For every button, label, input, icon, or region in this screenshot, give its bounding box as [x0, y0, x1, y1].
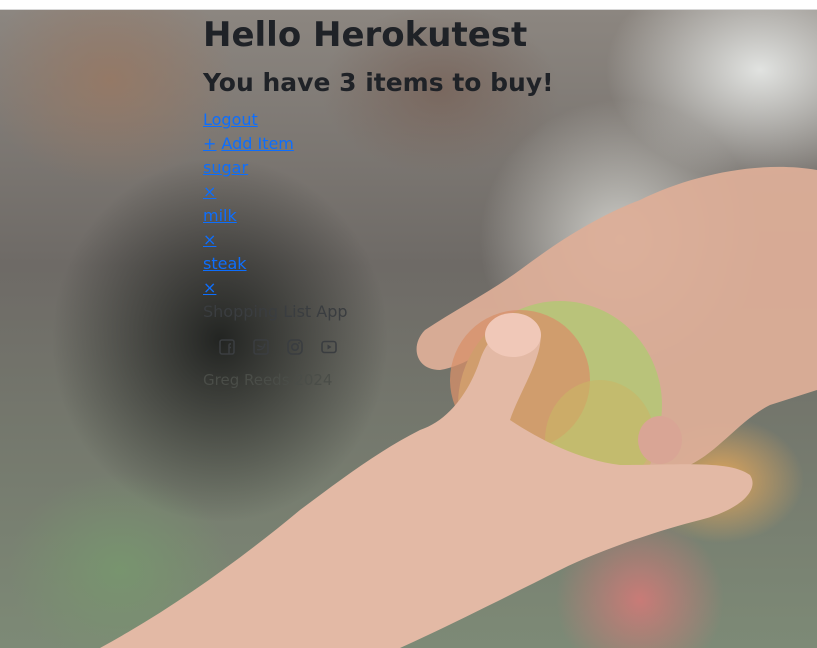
instagram-icon[interactable] [287, 339, 303, 355]
remove-item-button[interactable]: × [203, 180, 623, 204]
list-item[interactable]: sugar [203, 156, 623, 180]
social-links [219, 339, 623, 357]
item-count-heading: You have 3 items to buy! [203, 68, 554, 97]
add-item-label: Add Item [221, 134, 294, 153]
plus-icon: + [203, 134, 217, 153]
page-title: Hello Herokutest [203, 15, 528, 55]
youtube-icon[interactable] [321, 339, 337, 355]
browser-top-edge [0, 0, 817, 10]
copyright-text: Greg Reeds 2024 [203, 371, 333, 389]
footer: Shopping List App Greg Reeds 2024 [203, 300, 623, 390]
main-content: Hello Herokutest You have 3 items to buy… [203, 12, 623, 390]
list-item[interactable]: steak [203, 252, 623, 276]
facebook-icon[interactable] [219, 339, 235, 355]
logout-link[interactable]: Logout [203, 108, 623, 132]
add-item-link[interactable]: + Add Item [203, 132, 623, 156]
list-item[interactable]: milk [203, 204, 623, 228]
shopping-list: sugar × milk × steak × [203, 156, 623, 300]
twitter-icon[interactable] [253, 339, 269, 355]
remove-item-button[interactable]: × [203, 276, 623, 300]
footer-app-name: Shopping List App [203, 302, 348, 321]
remove-item-button[interactable]: × [203, 228, 623, 252]
